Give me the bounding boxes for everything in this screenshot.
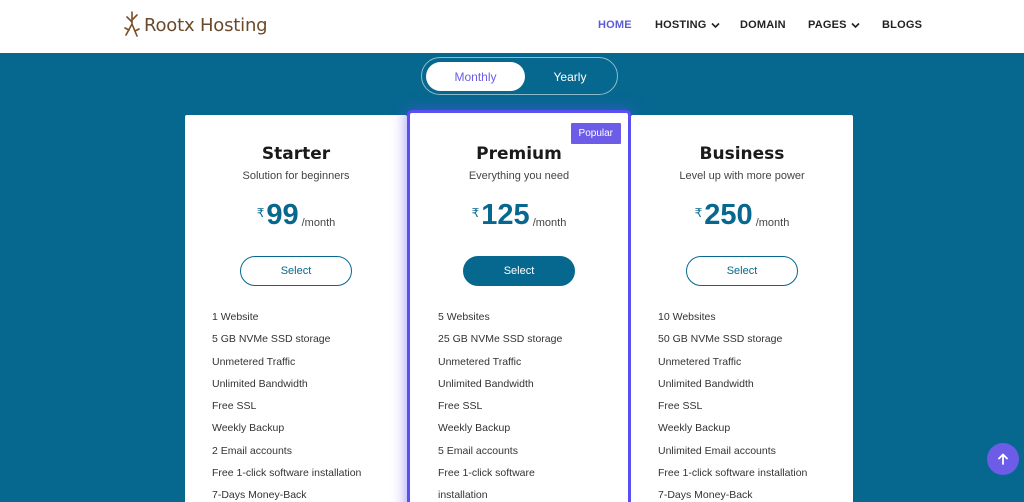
feature-list: 1 Website 5 GB NVMe SSD storage Unmetere… [212, 311, 361, 502]
list-item: Weekly Backup [438, 422, 511, 435]
plan-price: ₹ 250 /month [631, 201, 853, 230]
select-starter-button[interactable]: Select [240, 256, 352, 286]
plan-subtitle: Everything you need [468, 170, 570, 182]
currency-symbol: ₹ [471, 206, 480, 220]
list-item: 50 GB NVMe SSD storage [658, 333, 783, 346]
list-item: 1 Website [212, 311, 259, 323]
brand-logo[interactable]: Rootx Hosting [122, 11, 268, 39]
popular-badge: Popular [570, 123, 621, 144]
list-item: Unmetered Traffic [212, 355, 296, 368]
nav-blogs[interactable]: BLOGS [882, 19, 922, 31]
nav-pages[interactable]: PAGES [808, 19, 860, 31]
billing-toggle: Monthly Yearly [421, 57, 618, 95]
plan-card-business: Business Level up with more power ₹ 250 … [631, 115, 853, 502]
list-item: Free 1-click software [438, 467, 535, 480]
nav-blogs-label: BLOGS [882, 19, 923, 31]
arrow-up-icon [998, 453, 1008, 465]
feature-list: 5 Websites 25 GB NVMe SSD storage Unmete… [438, 311, 562, 502]
list-item: 25 GB NVMe SSD storage [438, 333, 563, 346]
price-period: /month [301, 217, 336, 229]
list-item: 7-Days Money-Back [658, 489, 753, 502]
select-business-button[interactable]: Select [686, 256, 798, 286]
price-amount: 125 [481, 199, 530, 231]
nav-home[interactable]: HOME [598, 19, 632, 31]
list-item: Weekly Backup [212, 422, 285, 435]
nav-domain-label: DOMAIN [740, 19, 786, 31]
list-item: 5 Websites [438, 311, 490, 323]
nav-domain[interactable]: DOMAIN [740, 19, 786, 31]
list-item: 2 Email accounts [212, 444, 292, 457]
list-item: Unmetered Traffic [438, 355, 522, 368]
list-item: Free SSL [658, 400, 703, 413]
list-item: Unlimited Bandwidth [212, 377, 308, 390]
list-item: 5 GB NVMe SSD storage [212, 333, 331, 346]
list-item: 10 Websites [658, 311, 716, 323]
list-item: Unlimited Bandwidth [438, 377, 534, 390]
chevron-down-icon [851, 22, 860, 28]
plan-card-premium: Popular Premium Everything you need ₹ 12… [410, 113, 628, 502]
toggle-monthly[interactable]: Monthly [426, 62, 525, 91]
plan-subtitle: Level up with more power [679, 170, 805, 182]
list-item: Free SSL [212, 400, 257, 413]
plan-price: ₹ 99 /month [185, 201, 407, 230]
plan-name: Business [699, 144, 785, 164]
plan-subtitle: Solution for beginners [242, 170, 350, 182]
list-item: 5 Email accounts [438, 444, 518, 457]
list-item: Unlimited Bandwidth [658, 377, 754, 390]
price-period: /month [755, 217, 790, 229]
currency-symbol: ₹ [694, 206, 703, 220]
list-item: Free SSL [438, 400, 483, 413]
select-premium-button[interactable]: Select [463, 256, 575, 286]
nav-home-label: HOME [598, 19, 632, 31]
nav-hosting-label: HOSTING [655, 19, 707, 31]
list-item: Free 1-click software installation [212, 467, 362, 480]
plan-card-starter: Starter Solution for beginners ₹ 99 /mon… [185, 115, 407, 502]
feature-list: 10 Websites 50 GB NVMe SSD storage Unmet… [658, 311, 807, 502]
list-item: 7-Days Money-Back [212, 489, 307, 502]
list-item: Weekly Backup [658, 422, 731, 435]
nav-hosting[interactable]: HOSTING [655, 19, 720, 31]
list-item: Unmetered Traffic [658, 355, 742, 368]
price-period: /month [532, 217, 567, 229]
price-amount: 99 [266, 199, 299, 231]
list-item: Unlimited Email accounts [658, 444, 776, 457]
plan-name: Premium [476, 144, 562, 164]
nav-pages-label: PAGES [808, 19, 847, 31]
plan-name: Starter [261, 144, 331, 164]
list-item: Free 1-click software installation [658, 467, 808, 480]
price-amount: 250 [704, 199, 753, 231]
chevron-down-icon [710, 22, 720, 28]
brand-name: Rootx Hosting [144, 14, 268, 36]
toggle-yearly[interactable]: Yearly [526, 62, 614, 91]
plan-price: ₹ 125 /month [410, 201, 628, 230]
list-item: installation [438, 489, 488, 502]
scroll-to-top-button[interactable] [987, 443, 1019, 475]
root-logo-icon [124, 11, 140, 37]
navbar: Rootx Hosting HOME HOSTING DOMAIN PAGES … [0, 0, 1024, 53]
currency-symbol: ₹ [256, 206, 265, 220]
